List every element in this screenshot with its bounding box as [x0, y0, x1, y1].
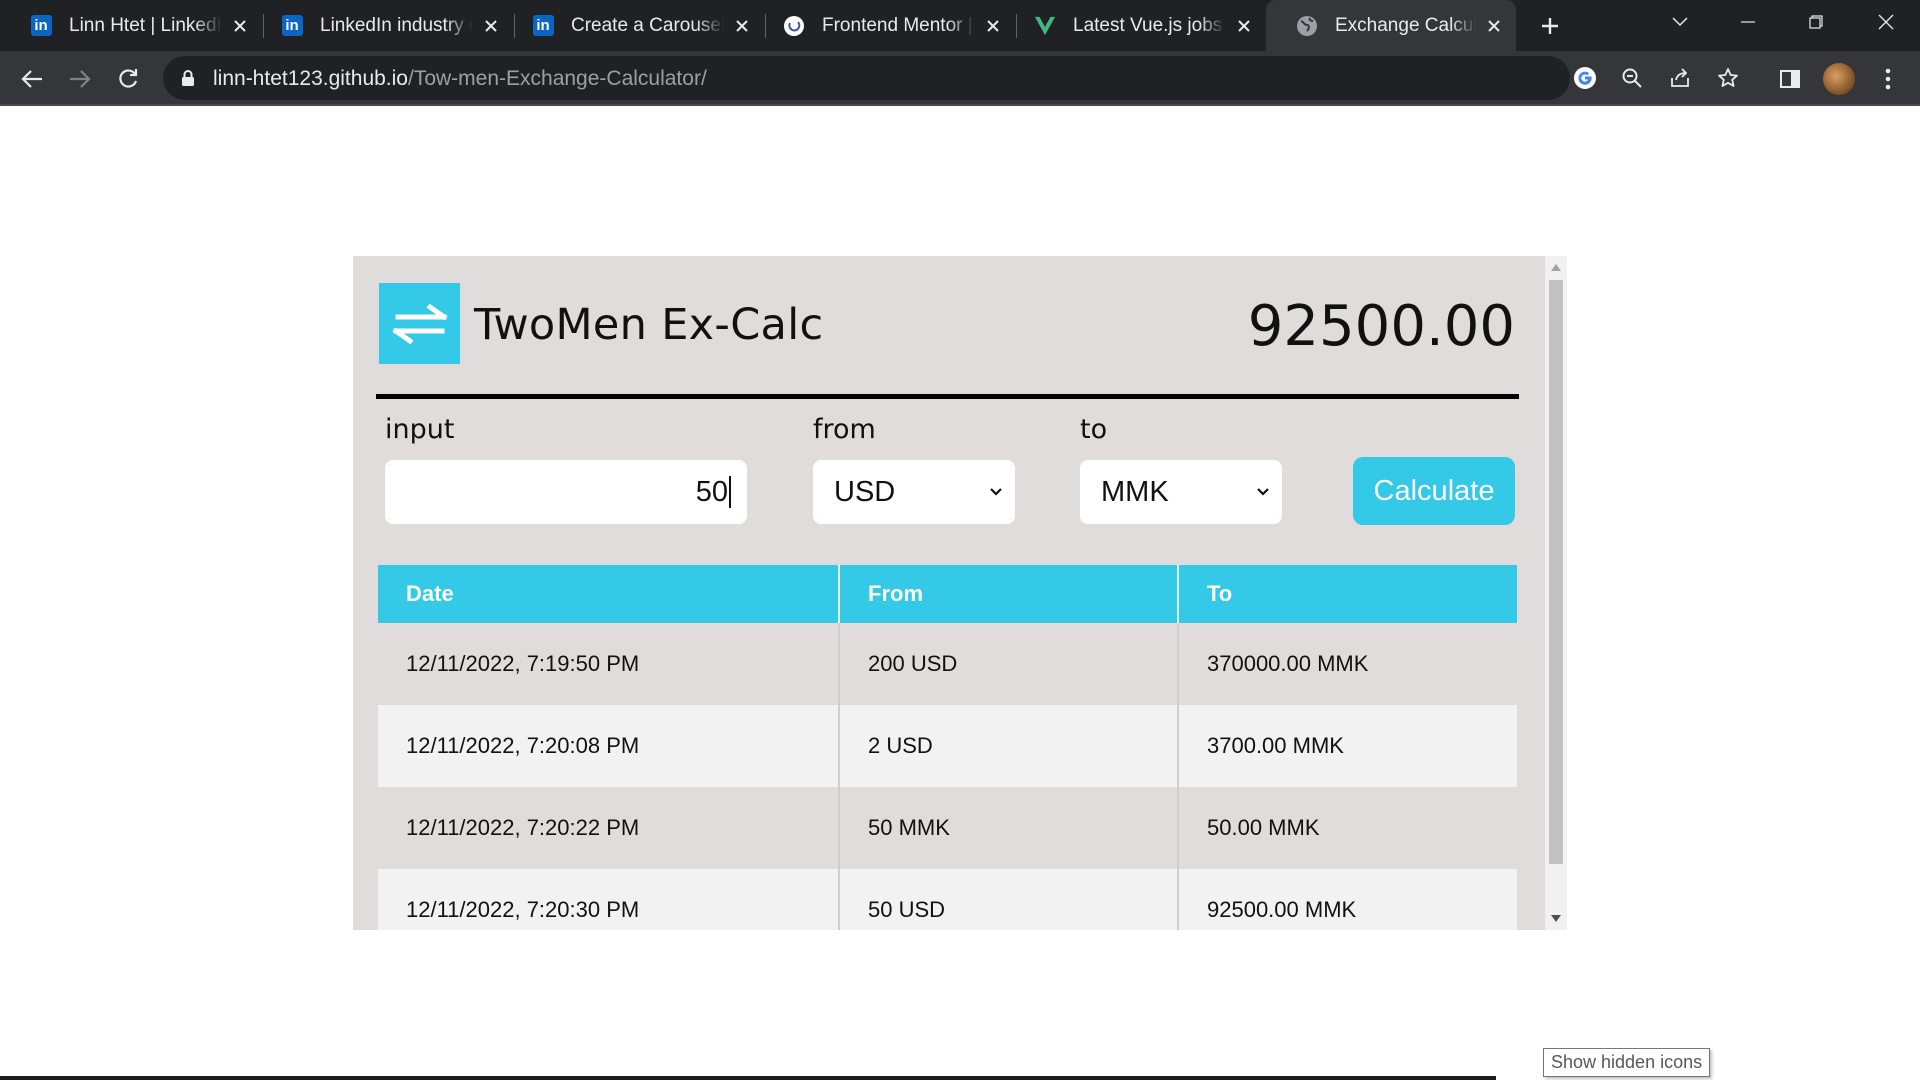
menu-icon[interactable] [1870, 61, 1906, 97]
table-row: 12/11/2022, 7:19:50 PM 200 USD 370000.00… [378, 623, 1517, 705]
share-icon[interactable] [1666, 64, 1694, 92]
from-currency-value: USD [834, 475, 896, 508]
history-table: Date From To 12/11/2022, 7:19:50 PM 200 … [378, 565, 1517, 930]
avatar[interactable] [1823, 63, 1855, 95]
restore-button[interactable] [1788, 0, 1844, 44]
linkedin-icon: in [281, 15, 303, 37]
url-text: linn-htet123.github.io/Tow-men-Exchange-… [213, 67, 707, 90]
from-label: from [813, 414, 876, 445]
tab-title: Exchange Calculator [1335, 14, 1476, 36]
input-label: input [385, 414, 455, 445]
cell-date: 12/11/2022, 7:20:08 PM [378, 705, 840, 787]
tab-title: Linn Htet | LinkedIn [69, 14, 222, 36]
linkedin-icon: in [532, 15, 554, 37]
to-currency-select[interactable]: MMK [1080, 460, 1282, 524]
taskbar-edge [0, 1076, 1496, 1080]
forward-button[interactable] [62, 61, 98, 97]
tab-title: Frontend Mentor | Solutions [822, 14, 975, 36]
close-icon[interactable] [983, 16, 1003, 36]
show-hidden-icons-tooltip: Show hidden icons [1543, 1048, 1711, 1077]
chevron-down-icon [990, 488, 1002, 496]
cell-from: 50 MMK [840, 787, 1179, 869]
table-row: 12/11/2022, 7:20:22 PM 50 MMK 50.00 MMK [378, 787, 1517, 869]
exchange-arrows-icon [379, 283, 460, 364]
lock-icon [182, 70, 194, 86]
tab-strip: in Linn Htet | LinkedIn in LinkedIn indu… [0, 0, 1920, 51]
close-icon[interactable] [1234, 16, 1254, 36]
scroll-down-arrow-icon[interactable] [1551, 915, 1561, 922]
panel-scrollbar[interactable] [1545, 256, 1567, 930]
linkedin-icon: in [30, 15, 52, 37]
bookmark-star-icon[interactable] [1714, 64, 1742, 92]
scroll-up-arrow-icon[interactable] [1551, 264, 1561, 271]
tab-title: Create a Carousel | Sentry [571, 14, 724, 36]
address-bar[interactable]: linn-htet123.github.io/Tow-men-Exchange-… [163, 56, 1738, 100]
side-panel-icon[interactable] [1772, 61, 1808, 97]
close-icon[interactable] [230, 16, 250, 36]
zoom-icon[interactable] [1618, 64, 1646, 92]
tab-title: LinkedIn industry options [320, 14, 473, 36]
google-icon[interactable] [1571, 64, 1599, 92]
tab-frontend-mentor[interactable]: Frontend Mentor | Solutions [753, 0, 1015, 51]
amount-input[interactable]: 50 [385, 460, 747, 524]
cell-date: 12/11/2022, 7:20:30 PM [378, 869, 840, 930]
cell-from: 2 USD [840, 705, 1179, 787]
cell-from: 200 USD [840, 623, 1179, 705]
cell-date: 12/11/2022, 7:19:50 PM [378, 623, 840, 705]
chevron-down-icon [1257, 488, 1269, 496]
header-to: To [1207, 581, 1233, 606]
amount-value: 50 [695, 475, 728, 508]
close-window-button[interactable] [1858, 0, 1914, 44]
to-label: to [1080, 414, 1108, 445]
to-currency-value: MMK [1101, 475, 1169, 508]
browser-toolbar: linn-htet123.github.io/Tow-men-Exchange-… [0, 51, 1920, 106]
tab-search-button[interactable] [1652, 0, 1708, 44]
cell-from: 50 USD [840, 869, 1179, 930]
close-icon[interactable] [481, 16, 501, 36]
close-icon[interactable] [732, 16, 752, 36]
tab-linkedin-industry[interactable]: in LinkedIn industry options [251, 0, 513, 51]
app-title: TwoMen Ex-Calc [474, 300, 824, 350]
cell-to: 3700.00 MMK [1207, 733, 1344, 758]
cell-date: 12/11/2022, 7:20:22 PM [378, 787, 840, 869]
vuejobs-icon [1034, 15, 1056, 37]
tab-exchange-calculator[interactable]: Exchange Calculator [1266, 0, 1516, 51]
minimize-button[interactable] [1720, 0, 1776, 44]
new-tab-button[interactable] [1535, 11, 1565, 41]
header-date: Date [378, 565, 840, 623]
frontend-mentor-icon [783, 15, 805, 37]
globe-icon [1296, 15, 1318, 37]
calculate-button[interactable]: Calculate [1353, 457, 1515, 525]
cell-to: 92500.00 MMK [1207, 897, 1357, 922]
cell-to: 50.00 MMK [1207, 815, 1320, 840]
header-from: From [840, 565, 1179, 623]
scroll-thumb[interactable] [1549, 280, 1563, 864]
divider [376, 394, 1519, 399]
tab-linkedin-profile[interactable]: in Linn Htet | LinkedIn [0, 0, 262, 51]
conversion-result: 92500.00 [1247, 294, 1515, 359]
exchange-calculator-panel: TwoMen Ex-Calc 92500.00 input from to 50… [353, 256, 1567, 930]
table-row: 12/11/2022, 7:20:30 PM 50 USD 92500.00 M… [378, 869, 1517, 930]
tab-vuejobs[interactable]: Latest Vue.js jobs in [1004, 0, 1266, 51]
reload-button[interactable] [110, 61, 146, 97]
table-row: 12/11/2022, 7:20:08 PM 2 USD 3700.00 MMK [378, 705, 1517, 787]
cell-to: 370000.00 MMK [1207, 651, 1369, 676]
table-header: Date From To [378, 565, 1517, 623]
from-currency-select[interactable]: USD [813, 460, 1015, 524]
tab-create-carousel[interactable]: in Create a Carousel | Sentry [502, 0, 764, 51]
close-icon[interactable] [1484, 16, 1504, 36]
back-button[interactable] [14, 61, 50, 97]
tab-title: Latest Vue.js jobs in [1073, 14, 1226, 36]
